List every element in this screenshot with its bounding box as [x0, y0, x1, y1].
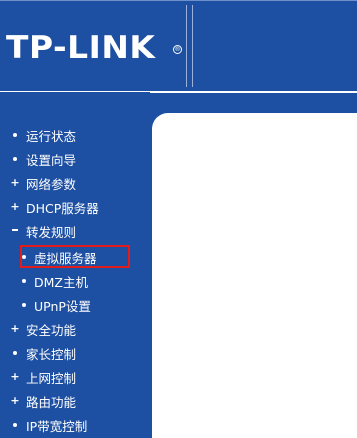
nav-item-label: DHCP服务器: [26, 200, 99, 216]
bullet-dot-icon: [8, 421, 22, 430]
bullet-dot-icon: [8, 155, 22, 164]
tp-link-logo: TP-LINK: [6, 30, 156, 66]
nav-item-label: 安全功能: [26, 322, 77, 338]
nav-item-forwarding-rules[interactable]: 转发规则: [0, 220, 76, 242]
collapse-minus-icon: [8, 227, 22, 236]
left-nav-menu: 运行状态 设置向导 网络参数 DHCP服务器 转发规则 虚拟服务器 DMZ主机: [0, 92, 150, 438]
nav-item-label: 转发规则: [26, 224, 77, 240]
expand-plus-icon: [8, 395, 22, 407]
nav-item-label: 家长控制: [26, 346, 77, 362]
expand-plus-icon: [8, 371, 22, 383]
nav-item-label: 设置向导: [26, 152, 77, 168]
selected-item-highlight: [20, 245, 130, 268]
nav-subitem-upnp-settings[interactable]: UPnP设置: [18, 294, 91, 316]
registered-mark-icon: ®: [173, 45, 182, 54]
nav-item-label: 路由功能: [26, 394, 77, 410]
logo-cell: TP-LINK ®: [0, 5, 187, 87]
nav-item-ip-bandwidth-control[interactable]: IP带宽控制: [0, 414, 87, 436]
nav-item-routing[interactable]: 路由功能: [0, 390, 76, 412]
expand-plus-icon: [8, 201, 22, 213]
nav-item-access-control[interactable]: 上网控制: [0, 366, 76, 388]
header-banner: TP-LINK ®: [0, 0, 357, 93]
nav-item-parental-control[interactable]: 家长控制: [0, 342, 76, 364]
nav-item-label: DMZ主机: [34, 274, 88, 290]
nav-item-network-params[interactable]: 网络参数: [0, 172, 76, 194]
router-admin-page: TP-LINK ® 运行状态 设置向导 网络参数 DHCP服务器 转发规则: [0, 0, 357, 438]
nav-item-setup-wizard[interactable]: 设置向导: [0, 148, 76, 170]
nav-item-security[interactable]: 安全功能: [0, 318, 76, 340]
bullet-dot-icon: [8, 131, 22, 140]
expand-plus-icon: [8, 177, 22, 189]
nav-item-label: IP带宽控制: [26, 418, 88, 434]
bullet-dot-icon: [8, 349, 22, 358]
nav-item-label: 网络参数: [26, 176, 77, 192]
expand-plus-icon: [8, 323, 22, 335]
nav-item-status[interactable]: 运行状态: [0, 124, 76, 146]
bullet-dot-icon: [18, 277, 30, 286]
nav-item-label: 上网控制: [26, 370, 77, 386]
banner-right-cell: [192, 5, 357, 87]
main-content-panel: [152, 113, 357, 438]
bullet-dot-icon: [18, 301, 30, 310]
nav-item-dhcp-server[interactable]: DHCP服务器: [0, 196, 99, 218]
nav-subitem-dmz-host[interactable]: DMZ主机: [18, 270, 88, 292]
nav-item-label: 运行状态: [26, 128, 77, 144]
nav-item-label: UPnP设置: [34, 298, 91, 314]
